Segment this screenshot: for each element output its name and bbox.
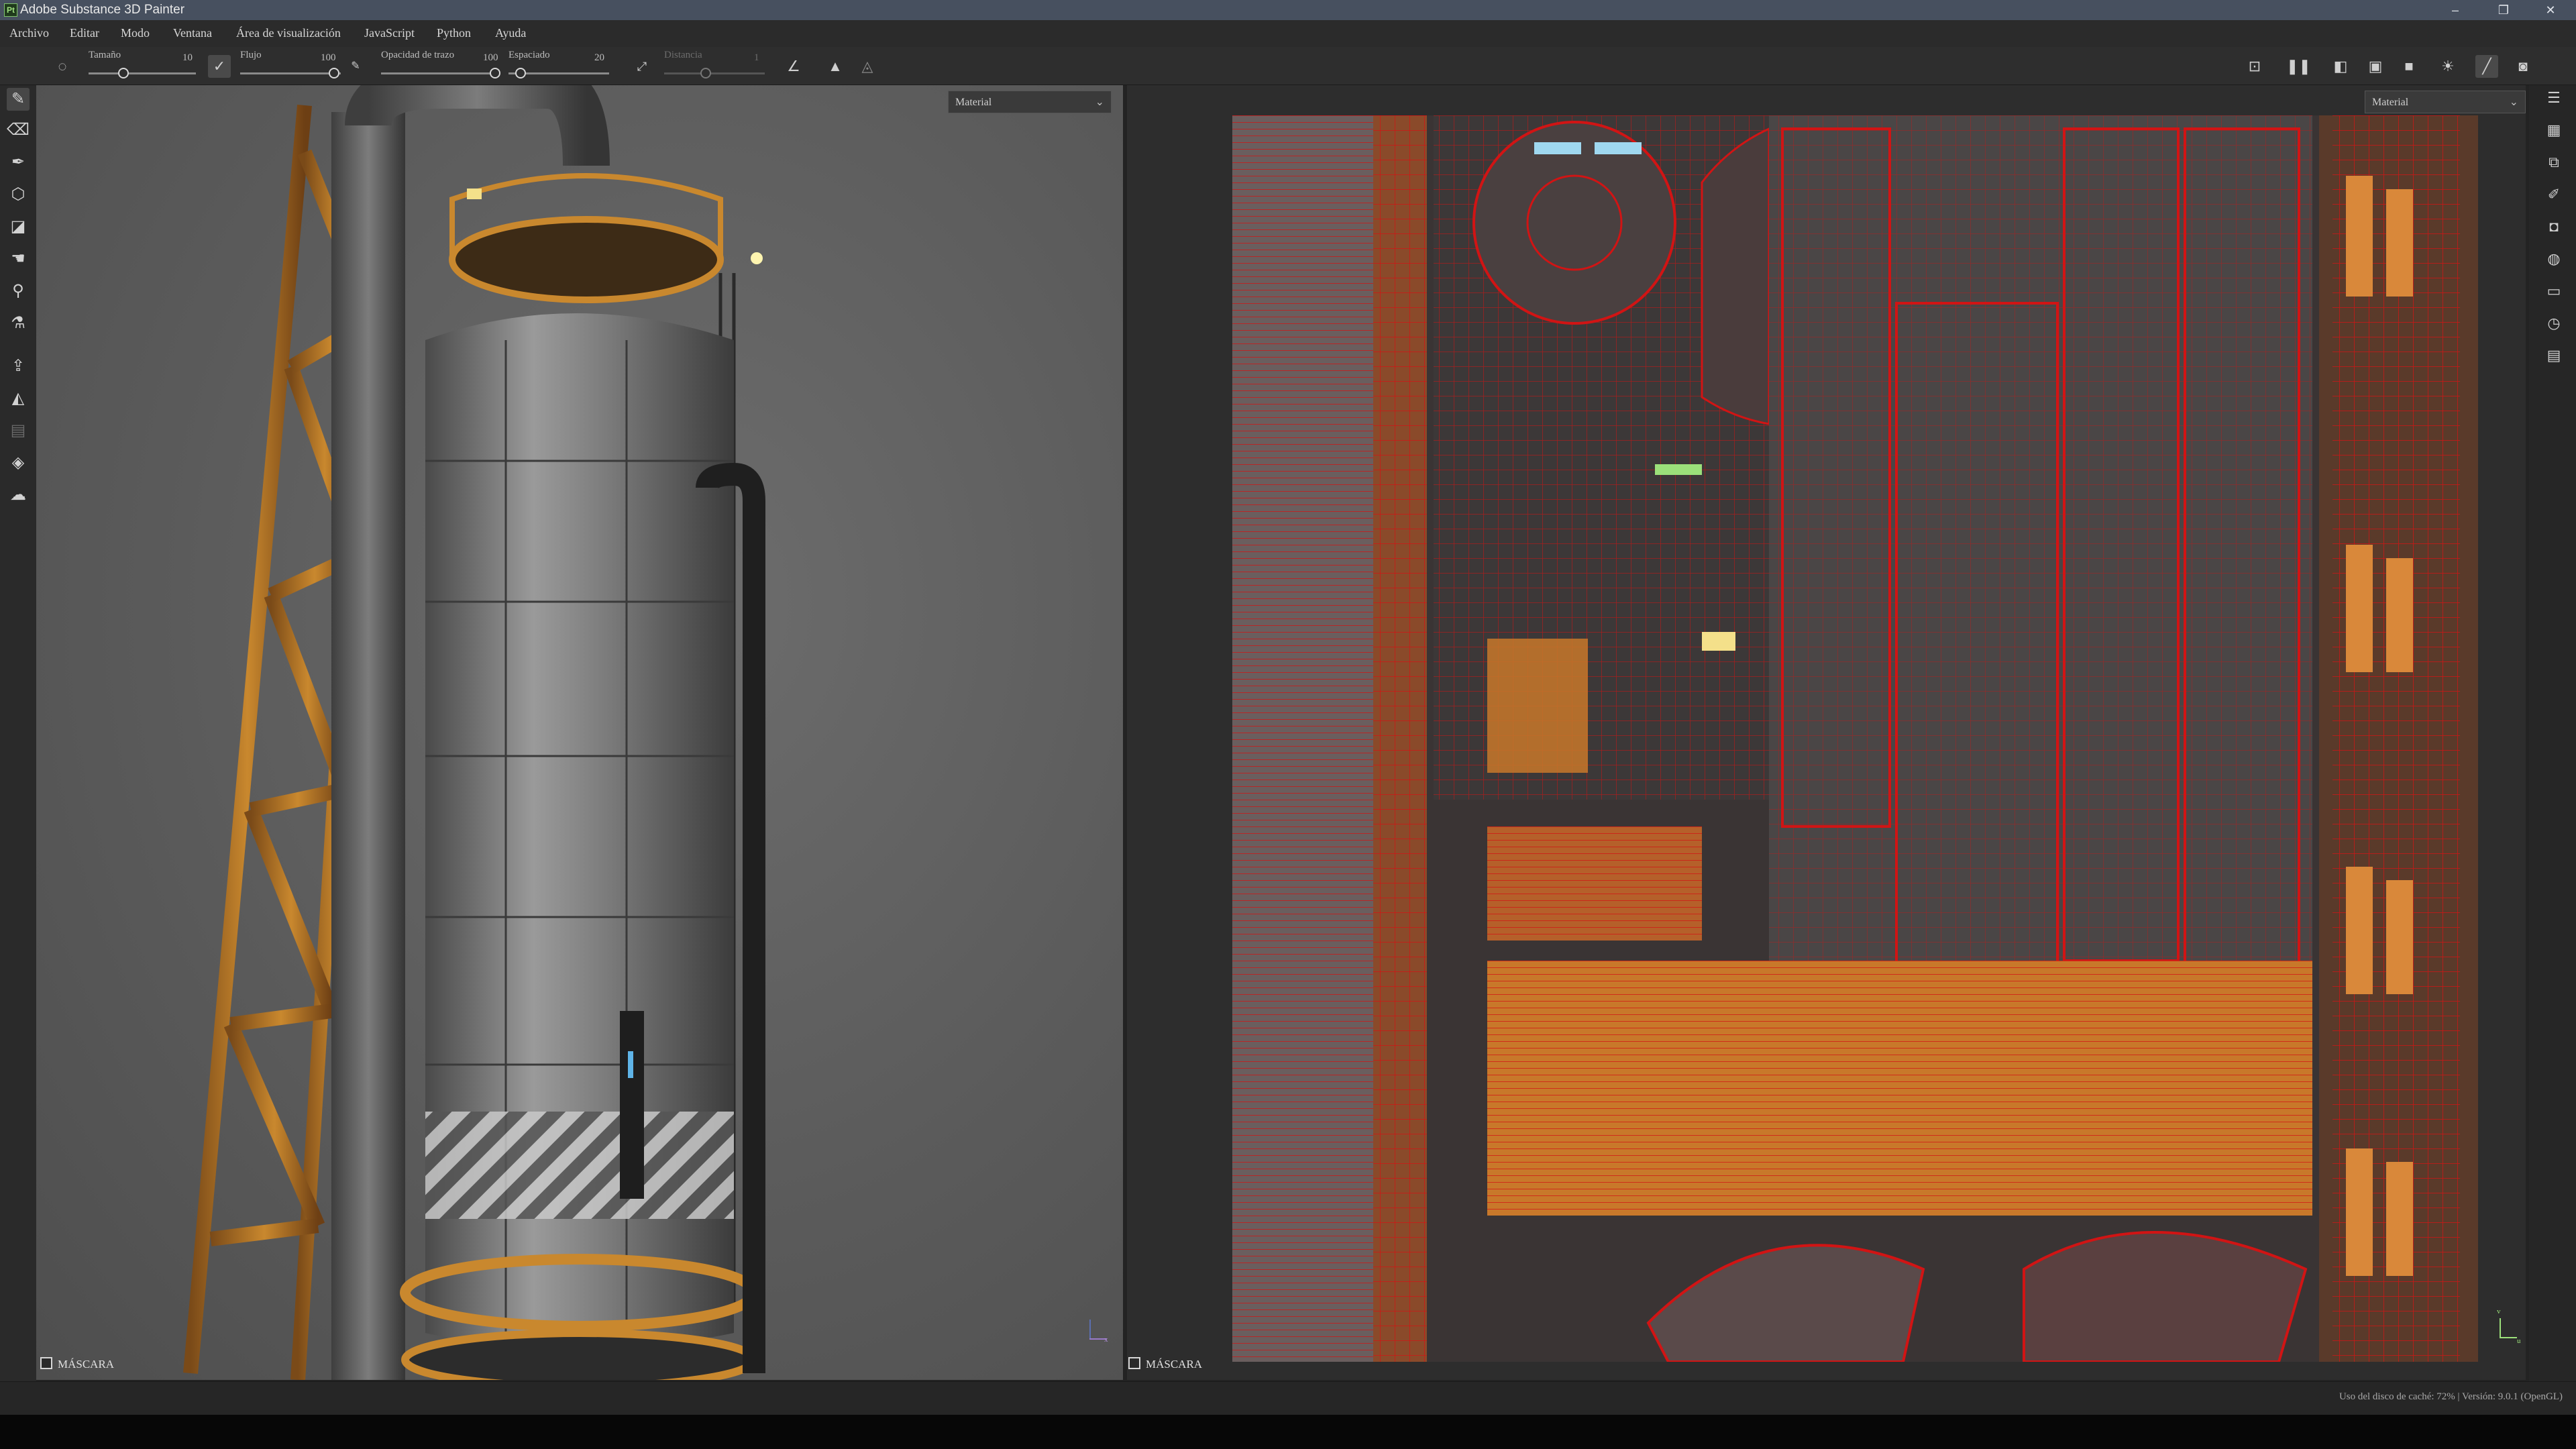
snapshot-icon[interactable]: ⊡ xyxy=(2243,55,2266,78)
menu-ventana[interactable]: Ventana xyxy=(173,26,212,40)
stroke-opacity-value[interactable]: 100 xyxy=(483,52,498,64)
flow-value[interactable]: 100 xyxy=(321,52,336,64)
distance-label: Distancia xyxy=(664,50,702,60)
status-bar: Uso del disco de caché: 72% | Versión: 9… xyxy=(0,1381,2576,1415)
stroke-opacity-label: Opacidad de trazo xyxy=(381,50,455,60)
distance-value[interactable]: 1 xyxy=(754,52,759,64)
window-title: Adobe Substance 3D Painter xyxy=(20,3,185,17)
size-slider-handle[interactable] xyxy=(118,68,129,78)
panels-sidebar: ☰ ▦ ⧉ ✐ ◘ ◍ ▭ ◷ ▤ xyxy=(2529,85,2576,1381)
menu-javascript[interactable]: JavaScript xyxy=(364,26,415,40)
layer-select-icon[interactable]: ▤ xyxy=(7,419,30,442)
mask-label-3d: MÁSCARA xyxy=(58,1358,115,1371)
texture-set-icon[interactable]: ☁ xyxy=(7,484,30,506)
bake-icon[interactable]: ⇪ xyxy=(7,355,30,378)
lazy-mouse-icon[interactable]: ⤢ xyxy=(631,55,653,78)
polygon-fill-icon[interactable]: ◪ xyxy=(7,215,30,238)
camera-icon[interactable]: ■ xyxy=(2398,55,2420,78)
distance-slider-track[interactable] xyxy=(664,72,765,74)
chevron-down-icon: ⌄ xyxy=(2509,97,2518,108)
quick-mask-icon[interactable]: ◭ xyxy=(7,387,30,410)
menu-modo[interactable]: Modo xyxy=(121,26,150,40)
flow-slider-track[interactable] xyxy=(240,72,341,74)
app-logo-icon: Pt xyxy=(4,3,17,17)
menu-editar[interactable]: Editar xyxy=(70,26,99,40)
material-picker-icon[interactable]: ◈ xyxy=(7,451,30,474)
tools-sidebar: ✎ ⌫ ✒ ⬡ ◪ ☚ ⚲ ⚗ ⇪ ◭ ▤ ◈ ☁ xyxy=(0,85,36,1381)
distance-slider-handle[interactable] xyxy=(700,68,711,78)
chevron-down-icon: ⌄ xyxy=(1095,97,1104,108)
shader-icon[interactable]: ◍ xyxy=(2544,249,2564,269)
spacing-slider-handle[interactable] xyxy=(515,68,526,78)
close-button[interactable]: ✕ xyxy=(2537,1,2564,19)
title-bar: Pt Adobe Substance 3D Painter – ❐ ✕ xyxy=(0,0,2576,20)
mask-checkbox-icon[interactable] xyxy=(40,1357,52,1369)
axis-v-label: v xyxy=(2497,1307,2501,1316)
projection-icon[interactable]: ✒ xyxy=(7,151,30,174)
viewport-3d[interactable]: Material ⌄ x MÁSCARA xyxy=(36,85,1123,1380)
stroke-opacity-slider-track[interactable] xyxy=(381,72,495,74)
silo-3d-model[interactable] xyxy=(36,85,1123,1380)
stack-icon[interactable]: ⧉ xyxy=(2544,152,2564,172)
symmetry-options-icon[interactable]: ◬ xyxy=(856,55,879,78)
brush-shape-icon[interactable]: ◌ xyxy=(51,55,74,78)
menu-area-visualizacion[interactable]: Área de visualización xyxy=(236,26,341,40)
viewport-3d-channel-value: Material xyxy=(955,97,992,108)
axis-u-label: u xyxy=(2517,1337,2521,1345)
flow-slider-handle[interactable] xyxy=(329,68,339,78)
log-icon[interactable]: ▤ xyxy=(2544,345,2564,366)
angle-icon[interactable]: ∠ xyxy=(782,55,805,78)
uv-axis-gizmo-icon: v u xyxy=(2496,1307,2522,1346)
pause-icon[interactable]: ❚❚ xyxy=(2286,55,2311,78)
3d-view-icon[interactable]: ▣ xyxy=(2364,55,2387,78)
geometry-fill-icon[interactable]: ⬡ xyxy=(7,183,30,206)
axis-gizmo-icon: x xyxy=(1083,1320,1110,1346)
viewport-2d-uv[interactable]: Material ⌄ v u MÁSCARA xyxy=(1127,85,2526,1380)
display-settings-icon[interactable]: ◘ xyxy=(2544,217,2564,237)
clone-icon[interactable]: ⚲ xyxy=(7,280,30,303)
brush-panel-icon[interactable]: ✐ xyxy=(2544,184,2564,205)
layers-panel-icon[interactable]: ☰ xyxy=(2544,88,2564,108)
pressure-flow-icon[interactable]: ✎ xyxy=(349,55,362,78)
smudge-icon[interactable]: ☚ xyxy=(7,248,30,270)
menu-python[interactable]: Python xyxy=(437,26,471,40)
paint-brush-icon[interactable]: ✎ xyxy=(7,88,30,111)
split-view-icon[interactable]: ◧ xyxy=(2329,55,2352,78)
menu-ayuda[interactable]: Ayuda xyxy=(495,26,526,40)
spacing-label: Espaciado xyxy=(508,50,550,60)
viewport-3d-channel-dropdown[interactable]: Material ⌄ xyxy=(948,91,1112,113)
minimize-button[interactable]: – xyxy=(2442,1,2469,19)
restore-button[interactable]: ❐ xyxy=(2490,1,2517,19)
tool-properties-bar: ◌ Tamaño 10 ✓ Flujo 100 ✎ Opacidad de tr… xyxy=(0,47,2576,85)
pressure-size-icon[interactable]: ✓ xyxy=(208,55,231,78)
uv-texture-map[interactable] xyxy=(1232,115,2478,1362)
eraser-icon[interactable]: ⌫ xyxy=(7,119,30,142)
symmetry-icon[interactable]: ▲ xyxy=(824,55,847,78)
stroke-opacity-slider-handle[interactable] xyxy=(490,68,500,78)
assets-icon[interactable]: ▭ xyxy=(2544,281,2564,301)
bottom-bar xyxy=(0,1415,2576,1449)
viewport-2d-channel-dropdown[interactable]: Material ⌄ xyxy=(2365,91,2526,113)
lighting-icon[interactable]: ☀ xyxy=(2436,55,2459,78)
color-picker-icon[interactable]: ⚗ xyxy=(7,312,30,335)
size-value[interactable]: 10 xyxy=(182,52,193,64)
mask-toggle-2d[interactable]: MÁSCARA xyxy=(1128,1357,1202,1371)
size-slider-track[interactable] xyxy=(89,72,196,74)
brush-icon[interactable]: ╱ xyxy=(2475,55,2498,78)
axis-x-label: x xyxy=(1104,1336,1108,1344)
size-label: Tamaño xyxy=(89,50,121,60)
mask-toggle-3d[interactable]: MÁSCARA xyxy=(40,1357,114,1371)
spacing-value[interactable]: 20 xyxy=(594,52,604,64)
viewport-2d-channel-value: Material xyxy=(2372,97,2409,108)
screenshot-icon[interactable]: ◙ xyxy=(2512,55,2534,78)
flow-label: Flujo xyxy=(240,50,262,60)
mask-checkbox-icon[interactable] xyxy=(1128,1357,1140,1369)
menu-bar: Archivo Editar Modo Ventana Área de visu… xyxy=(0,20,2576,47)
mask-label-2d: MÁSCARA xyxy=(1146,1358,1203,1371)
status-text: Uso del disco de caché: 72% | Versión: 9… xyxy=(2339,1391,2563,1402)
texture-set-panel-icon[interactable]: ▦ xyxy=(2544,120,2564,140)
menu-archivo[interactable]: Archivo xyxy=(9,26,49,40)
history-icon[interactable]: ◷ xyxy=(2544,313,2564,333)
